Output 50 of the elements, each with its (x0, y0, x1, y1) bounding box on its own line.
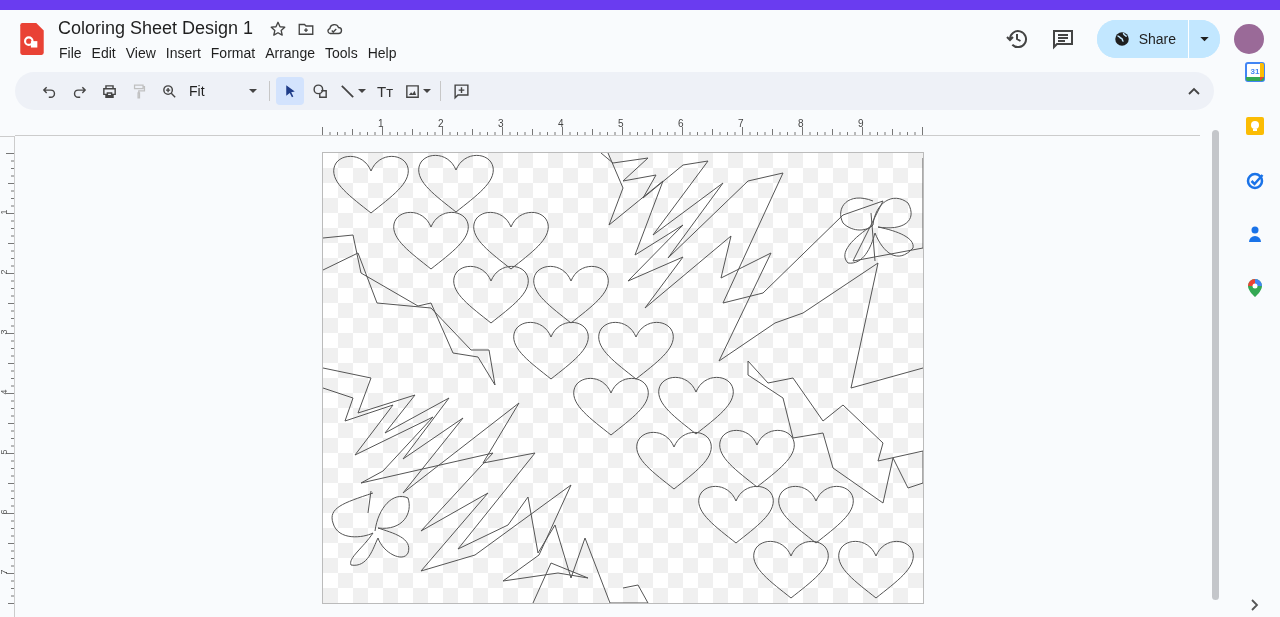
menu-item[interactable]: Arrange (260, 43, 320, 63)
ruler-number: 7 (0, 569, 9, 575)
menu-item[interactable]: Insert (160, 43, 206, 63)
image-icon (404, 82, 421, 100)
shapes-icon (311, 82, 329, 100)
expand-icon[interactable] (1251, 599, 1259, 611)
ruler-number: 2 (0, 269, 9, 275)
ruler-number: 5 (0, 449, 9, 455)
star-icon[interactable] (269, 19, 288, 38)
text-box-button[interactable]: Tт (371, 77, 399, 105)
ruler-number: 7 (738, 118, 744, 129)
ruler-number: 5 (618, 118, 624, 129)
ruler-number: 1 (0, 209, 9, 215)
avatar[interactable] (1234, 24, 1264, 54)
drawings-logo-icon[interactable] (20, 23, 44, 55)
menu-item[interactable]: Edit (86, 43, 121, 63)
line-icon (339, 82, 356, 100)
menu-item[interactable]: Help (362, 43, 402, 63)
map-pin-icon[interactable] (1245, 278, 1265, 298)
print-icon (100, 82, 118, 100)
ruler-number: 8 (798, 118, 804, 129)
history-icon[interactable] (1004, 27, 1029, 51)
ruler-number: 4 (558, 118, 564, 129)
menu-item[interactable]: View (120, 43, 161, 63)
caret-icon (423, 88, 431, 94)
collapse-icon[interactable] (1188, 87, 1200, 95)
ruler-number: 6 (678, 118, 684, 129)
ruler-number: 9 (858, 118, 864, 129)
caret-icon (249, 88, 257, 94)
globe-icon (1112, 30, 1131, 48)
comment-icon[interactable] (1050, 27, 1075, 51)
document-title[interactable]: Coloring Sheet Design 1 (58, 18, 254, 39)
zoom-icon (160, 82, 178, 100)
menu-item[interactable]: File (54, 43, 87, 63)
scrollbar[interactable] (1211, 130, 1219, 600)
menu-item[interactable]: Tools (319, 43, 363, 63)
caret-icon (1200, 36, 1209, 42)
ruler-number: 2 (438, 118, 444, 129)
zoom-dropdown[interactable]: Fit (185, 77, 263, 105)
ruler-number: 3 (498, 118, 504, 129)
select-button[interactable] (276, 77, 304, 105)
ruler-number: 6 (0, 509, 9, 515)
caret-icon (358, 88, 366, 94)
ruler-number: 4 (0, 389, 9, 395)
calendar-icon[interactable]: 31 (1245, 62, 1265, 82)
check-circle-icon[interactable] (1245, 170, 1265, 190)
ruler-number: 1 (378, 118, 384, 129)
ruler-number: 3 (0, 329, 9, 335)
add-comment-icon (452, 82, 470, 100)
menu-item[interactable]: Format (205, 43, 261, 63)
